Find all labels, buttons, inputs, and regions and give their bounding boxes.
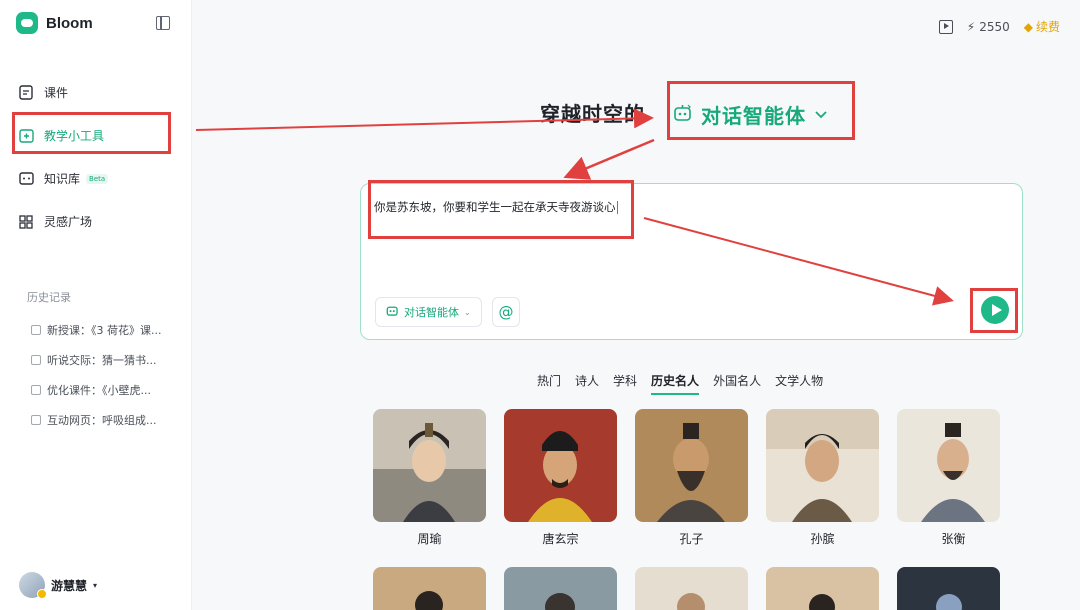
history-item-label: 新授课：《3 荷花》课... bbox=[47, 324, 162, 337]
figure-card[interactable] bbox=[897, 409, 1000, 522]
courseware-icon bbox=[18, 85, 34, 101]
nav-label: 灵感广场 bbox=[44, 215, 93, 229]
tab-historical-figures[interactable]: 历史名人 bbox=[651, 372, 700, 395]
figure-name: 唐玄宗 bbox=[542, 532, 579, 546]
portrait-image bbox=[635, 567, 748, 610]
figure-card[interactable] bbox=[766, 409, 879, 522]
portrait-image bbox=[897, 409, 1000, 522]
history-item-label: 听说交际：猜一猜书... bbox=[47, 354, 157, 367]
figure-card[interactable] bbox=[766, 567, 879, 610]
credits: ⚡ 2550 bbox=[967, 20, 1010, 34]
tab-foreign-figures[interactable]: 外国名人 bbox=[713, 372, 761, 395]
tab-literary-characters[interactable]: 文学人物 bbox=[775, 372, 823, 395]
document-icon bbox=[31, 325, 41, 335]
figure-name: 孙膑 bbox=[810, 532, 835, 546]
tab-poets[interactable]: 诗人 bbox=[575, 372, 599, 395]
portrait-image bbox=[766, 409, 879, 522]
chevron-down-icon: ⌄ bbox=[464, 307, 471, 317]
portrait-image bbox=[504, 409, 617, 522]
knowledge-base-icon bbox=[18, 171, 34, 187]
portrait-image bbox=[897, 567, 1000, 610]
renew-label: 续费 bbox=[1035, 20, 1060, 34]
figure-card[interactable] bbox=[373, 409, 486, 522]
history-item-label: 优化课件：《小壁虎... bbox=[47, 384, 151, 397]
figure-card[interactable] bbox=[504, 567, 617, 610]
mention-button[interactable]: @ bbox=[492, 297, 520, 327]
grid-icon bbox=[18, 214, 34, 230]
nav-item-courseware[interactable]: 课件 bbox=[18, 84, 68, 101]
renew-button[interactable]: ◆ 续费 bbox=[1024, 18, 1060, 35]
history-item[interactable]: 互动网页：呼吸组成... bbox=[31, 412, 157, 428]
figure-card[interactable] bbox=[635, 409, 748, 522]
nav-item-inspiration[interactable]: 灵感广场 bbox=[18, 213, 92, 230]
annotation-box-sidebar bbox=[12, 112, 171, 154]
category-tabs: 热门 诗人 学科 历史名人 外国名人 文学人物 bbox=[537, 372, 837, 395]
collapse-sidebar-icon[interactable] bbox=[156, 16, 170, 30]
figure-card[interactable] bbox=[373, 567, 486, 610]
chat-icon bbox=[31, 355, 41, 365]
topbar: ⚡ 2550 ◆ 续费 bbox=[938, 18, 1060, 35]
lightning-icon: ⚡ bbox=[966, 19, 976, 34]
chat-icon bbox=[31, 415, 41, 425]
history-title: 历史记录 bbox=[27, 291, 71, 304]
bloom-logo-icon bbox=[16, 12, 38, 34]
history-item-label: 互动网页：呼吸组成... bbox=[47, 414, 157, 427]
user-menu[interactable]: 游慧慧 ▾ bbox=[19, 572, 98, 599]
figure-name: 孔子 bbox=[679, 532, 704, 546]
video-play-icon[interactable] bbox=[938, 19, 953, 34]
history-item[interactable]: 优化课件：《小壁虎... bbox=[31, 382, 151, 398]
brand-name: Bloom bbox=[46, 14, 93, 32]
nav-item-knowledge-base[interactable]: 知识库 Beta bbox=[18, 170, 109, 187]
annotation-box-agent bbox=[667, 81, 855, 140]
tab-hot[interactable]: 热门 bbox=[537, 372, 561, 395]
portrait-image bbox=[766, 567, 879, 610]
avatar bbox=[19, 572, 47, 599]
annotation-box-send bbox=[970, 288, 1018, 333]
caret-down-icon: ▾ bbox=[93, 580, 98, 590]
document-icon bbox=[31, 385, 41, 395]
nav-label: 知识库 bbox=[44, 172, 81, 186]
agent-type-label: 对话智能体 bbox=[404, 306, 459, 319]
figure-name: 张衡 bbox=[941, 532, 966, 546]
annotation-box-prompt bbox=[368, 180, 634, 239]
figure-card[interactable] bbox=[897, 567, 1000, 610]
figure-name: 周瑜 bbox=[417, 532, 442, 546]
figure-card[interactable] bbox=[504, 409, 617, 522]
heading-prefix: 穿越时空的 bbox=[540, 102, 645, 126]
robot-icon bbox=[386, 304, 399, 320]
history-item[interactable]: 新授课：《3 荷花》课... bbox=[31, 322, 161, 338]
user-name: 游慧慧 bbox=[51, 578, 88, 593]
at-icon: @ bbox=[498, 303, 514, 321]
tab-subjects[interactable]: 学科 bbox=[613, 372, 637, 395]
history-item[interactable]: 听说交际：猜一猜书... bbox=[31, 352, 157, 368]
diamond-icon: ◆ bbox=[1023, 19, 1033, 34]
portrait-image bbox=[504, 567, 617, 610]
page-heading: 穿越时空的 bbox=[540, 98, 645, 127]
credits-value: 2550 bbox=[979, 19, 1010, 34]
brand[interactable]: Bloom bbox=[16, 12, 93, 34]
beta-badge: Beta bbox=[86, 173, 109, 184]
nav-label: 课件 bbox=[44, 86, 69, 100]
portrait-image bbox=[373, 567, 486, 610]
sidebar: Bloom 课件 教学小工具 知识库 Beta 灵感广场 历史记录 新授课：《3… bbox=[0, 0, 192, 610]
figure-card[interactable] bbox=[635, 567, 748, 610]
portrait-image bbox=[373, 409, 486, 522]
portrait-image bbox=[635, 409, 748, 522]
agent-type-dropdown[interactable]: 对话智能体 ⌄ bbox=[375, 297, 482, 327]
